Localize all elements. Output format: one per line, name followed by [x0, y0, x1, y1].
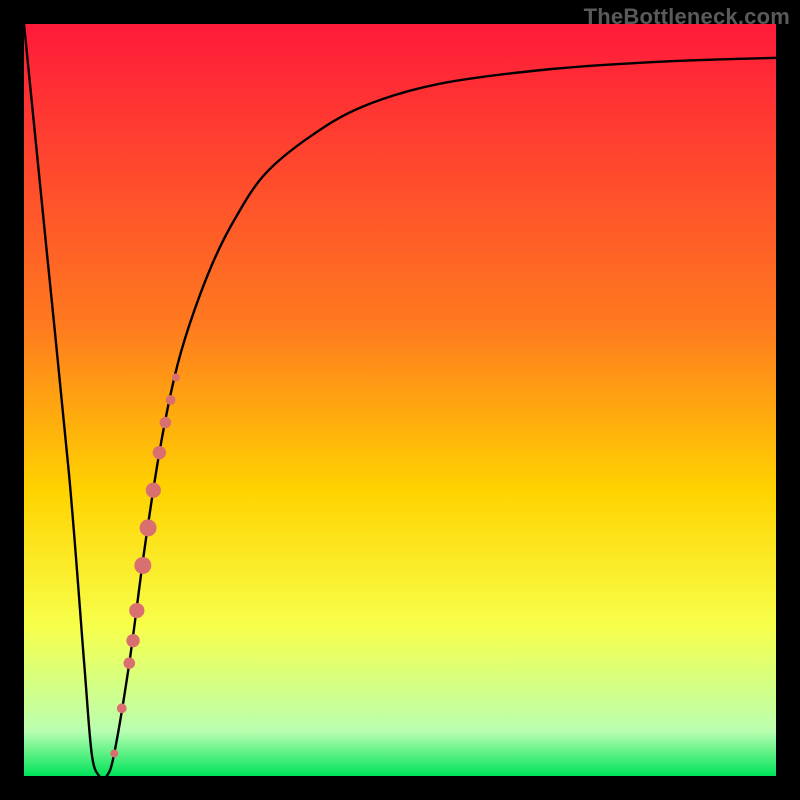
highlight-dot	[126, 634, 139, 647]
highlight-dot	[146, 483, 161, 498]
highlight-dot	[129, 603, 144, 618]
chart-svg	[24, 24, 776, 776]
highlight-dot	[134, 557, 151, 574]
highlight-dot	[110, 749, 118, 757]
highlight-dot	[140, 519, 157, 536]
chart-frame: TheBottleneck.com	[0, 0, 800, 800]
highlight-dot	[117, 703, 127, 713]
chart-background	[24, 24, 776, 776]
highlight-dot	[166, 395, 176, 405]
highlight-dot	[153, 446, 166, 459]
highlight-dot	[123, 657, 135, 669]
highlight-dot	[172, 373, 180, 381]
watermark-text: TheBottleneck.com	[584, 4, 790, 30]
highlight-dot	[160, 417, 172, 429]
